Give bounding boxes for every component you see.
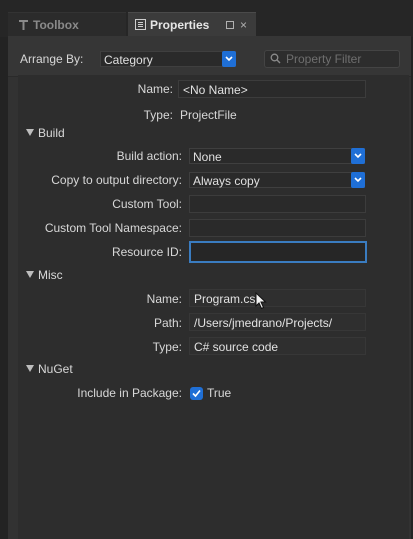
toolbox-icon	[18, 14, 29, 38]
tab-toolbox-label: Toolbox	[33, 18, 79, 32]
arrange-by-label: Arrange By:	[20, 52, 84, 66]
misc-category-label: Misc	[38, 268, 63, 282]
build-category-label: Build	[38, 126, 65, 140]
properties-icon	[135, 14, 146, 38]
misc-name-field[interactable]: Program.cs	[189, 289, 366, 307]
build-category-header[interactable]: Build	[26, 126, 65, 140]
nuget-category-header[interactable]: NuGet	[26, 362, 73, 376]
maximize-icon[interactable]	[226, 13, 235, 37]
custom-tool-namespace-label: Custom Tool Namespace:	[44, 221, 182, 235]
build-action-label: Build action:	[116, 149, 182, 163]
mouse-cursor-icon	[255, 291, 267, 313]
misc-type-field[interactable]: C# source code	[189, 337, 366, 355]
name-label: Name:	[137, 82, 173, 96]
custom-tool-field[interactable]	[189, 195, 366, 213]
build-action-value: None	[193, 150, 222, 164]
expand-triangle-icon	[26, 365, 34, 373]
tab-properties-label: Properties	[150, 18, 210, 32]
resource-id-field[interactable]	[189, 241, 367, 263]
path-label: Path:	[153, 316, 182, 330]
misc-name-label: Name:	[146, 292, 182, 306]
expand-triangle-icon	[26, 129, 34, 137]
chevron-down-icon	[351, 172, 365, 188]
copy-to-output-value: Always copy	[193, 174, 260, 188]
chevron-down-icon	[222, 51, 236, 67]
nuget-category-label: NuGet	[38, 362, 73, 376]
name-field[interactable]: <No Name>	[178, 80, 366, 98]
arrange-by-value: Category	[104, 53, 153, 67]
type-label: Type:	[143, 108, 173, 122]
tab-strip: Toolbox Properties ×	[0, 0, 413, 37]
type-value: ProjectFile	[180, 108, 237, 122]
include-in-package-value: True	[207, 386, 232, 400]
close-icon[interactable]: ×	[240, 13, 247, 37]
property-filter-input[interactable]: Property Filter	[264, 50, 400, 68]
arrange-by-dropdown[interactable]: Category	[100, 51, 236, 67]
custom-tool-label: Custom Tool:	[112, 197, 182, 211]
chevron-down-icon	[351, 148, 365, 164]
misc-category-header[interactable]: Misc	[26, 268, 63, 282]
tab-toolbox[interactable]: Toolbox	[8, 12, 126, 36]
include-in-package-checkbox[interactable]	[190, 387, 203, 400]
path-field[interactable]: /Users/jmedrano/Projects/	[189, 313, 366, 331]
copy-to-output-label: Copy to output directory:	[51, 173, 182, 187]
copy-to-output-dropdown[interactable]: Always copy	[189, 172, 365, 188]
search-icon	[270, 53, 281, 67]
properties-toolbar: Arrange By: Category Property Filter	[8, 36, 411, 77]
misc-type-label: Type:	[152, 340, 182, 354]
expand-triangle-icon	[26, 271, 34, 279]
property-filter-placeholder: Property Filter	[286, 52, 362, 66]
include-in-package-label: Include in Package:	[77, 386, 182, 400]
tab-properties[interactable]: Properties ×	[128, 12, 256, 36]
custom-tool-namespace-field[interactable]	[189, 219, 366, 237]
build-action-dropdown[interactable]: None	[189, 148, 365, 164]
property-grid	[18, 75, 409, 539]
resource-id-label: Resource ID:	[111, 245, 182, 259]
